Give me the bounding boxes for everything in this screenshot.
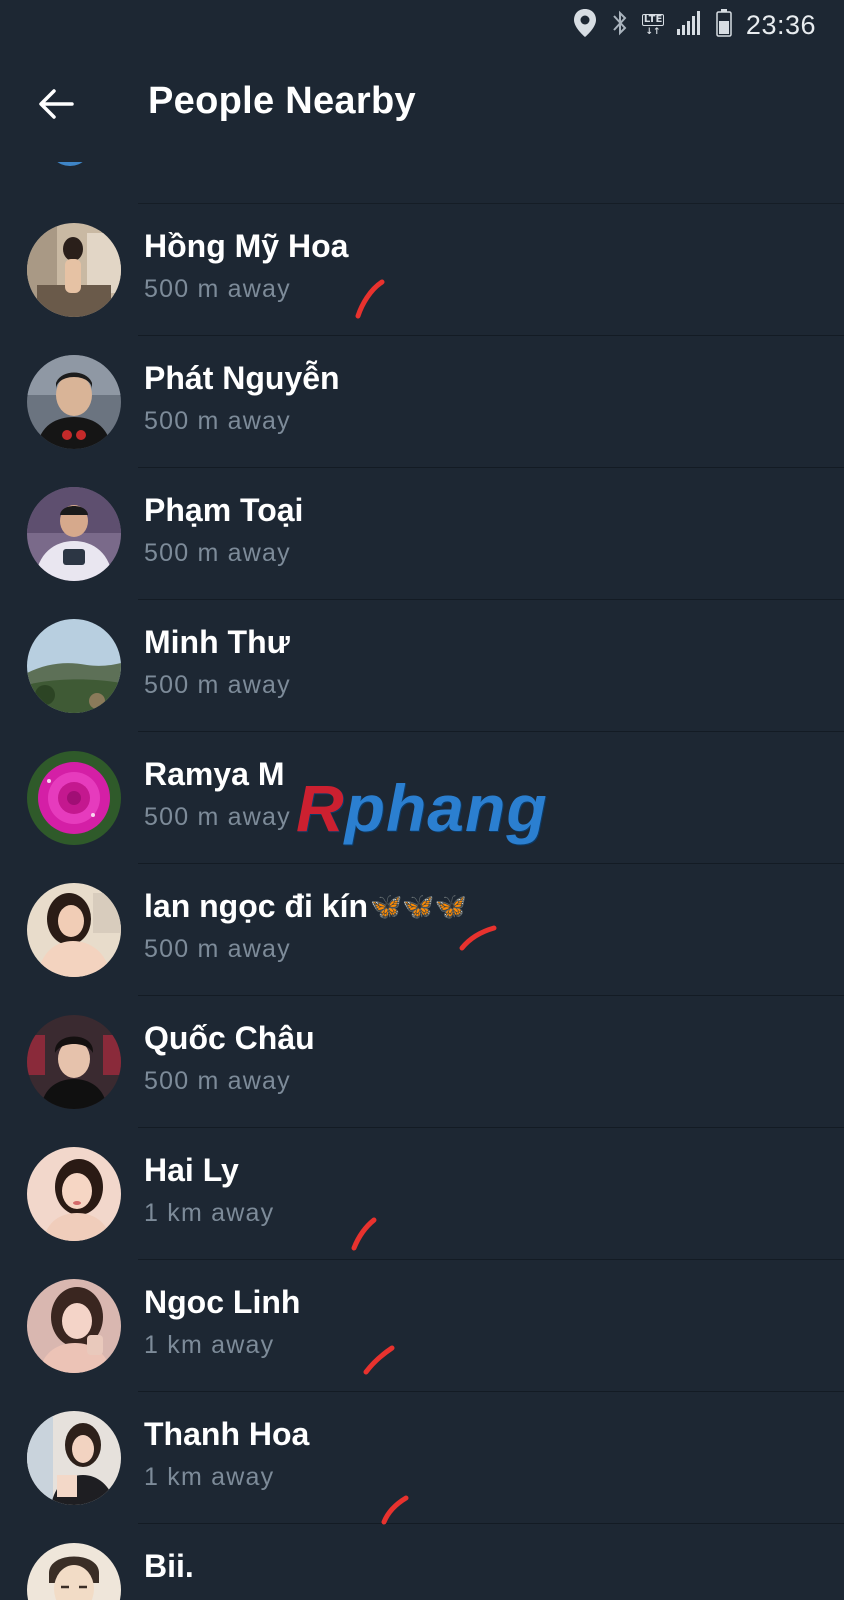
person-name: Phát Nguyễn bbox=[144, 360, 340, 396]
person-row[interactable]: Minh Thư 500 m away bbox=[0, 600, 844, 732]
person-row[interactable]: Thanh Hoa 1 km away bbox=[0, 1392, 844, 1524]
arrow-left-icon bbox=[38, 88, 74, 125]
person-name: Minh Thư bbox=[144, 624, 290, 660]
avatar bbox=[27, 1411, 121, 1505]
list-item-partial[interactable] bbox=[0, 162, 844, 204]
avatar bbox=[27, 355, 121, 449]
avatar bbox=[27, 223, 121, 317]
person-name: Quốc Châu bbox=[144, 1020, 315, 1056]
person-name-text: lan ngọc đi kín bbox=[144, 888, 369, 924]
person-row[interactable]: Phát Nguyễn 500 m away bbox=[0, 336, 844, 468]
person-name: Phạm Toại bbox=[144, 492, 304, 528]
back-button[interactable] bbox=[26, 76, 86, 136]
lte-icon: LTE ↓↑ bbox=[641, 13, 664, 37]
person-distance: 1 km away bbox=[144, 1331, 275, 1359]
avatar bbox=[27, 487, 121, 581]
avatar bbox=[27, 1543, 121, 1600]
person-row[interactable]: Phạm Toại 500 m away bbox=[0, 468, 844, 600]
battery-icon bbox=[716, 8, 732, 42]
person-distance: 500 m away bbox=[144, 539, 291, 567]
status-time: 23:36 bbox=[745, 9, 816, 40]
person-distance: 1 km away bbox=[144, 1199, 275, 1227]
location-icon bbox=[572, 8, 598, 43]
person-name: Bii. bbox=[144, 1548, 194, 1584]
avatar bbox=[27, 751, 121, 845]
person-name: Hai Ly bbox=[144, 1152, 239, 1188]
person-distance: 500 m away bbox=[144, 803, 291, 831]
person-name: Ngoc Linh bbox=[144, 1284, 301, 1320]
person-row[interactable]: Bii. bbox=[0, 1524, 844, 1600]
avatar bbox=[27, 1279, 121, 1373]
person-distance: 500 m away bbox=[144, 935, 291, 963]
person-name: Thanh Hoa bbox=[144, 1416, 310, 1452]
person-distance: 500 m away bbox=[144, 671, 291, 699]
person-name: lan ngọc đi kín🦋🦋🦋 bbox=[144, 888, 467, 925]
avatar bbox=[27, 1147, 121, 1241]
avatar bbox=[48, 162, 92, 166]
status-bar: LTE ↓↑ 23:36 bbox=[0, 0, 844, 50]
avatar bbox=[27, 619, 121, 713]
person-name: Ramya M bbox=[144, 756, 285, 792]
person-row[interactable]: lan ngọc đi kín🦋🦋🦋 500 m away bbox=[0, 864, 844, 996]
person-row[interactable]: Ngoc Linh 1 km away bbox=[0, 1260, 844, 1392]
person-distance: 500 m away bbox=[144, 275, 291, 303]
bluetooth-icon bbox=[610, 8, 630, 43]
person-distance: 500 m away bbox=[144, 407, 291, 435]
butterfly-emoji: 🦋🦋🦋 bbox=[370, 891, 468, 921]
person-row[interactable]: Hai Ly 1 km away bbox=[0, 1128, 844, 1260]
avatar bbox=[27, 883, 121, 977]
person-distance: 1 km away bbox=[144, 1463, 275, 1491]
app-header: People Nearby bbox=[0, 50, 844, 162]
status-icons: LTE ↓↑ 23:36 bbox=[572, 8, 816, 42]
person-name: Hồng Mỹ Hoa bbox=[144, 228, 349, 264]
page-title: People Nearby bbox=[148, 80, 416, 122]
person-row[interactable]: Quốc Châu 500 m away bbox=[0, 996, 844, 1128]
person-row[interactable]: Hồng Mỹ Hoa 500 m away bbox=[0, 204, 844, 336]
signal-icon bbox=[676, 10, 704, 41]
avatar bbox=[27, 1015, 121, 1109]
person-row[interactable]: Ramya M 500 m away bbox=[0, 732, 844, 864]
people-list[interactable]: Hồng Mỹ Hoa 500 m away Phát Nguyễn 500 m… bbox=[0, 162, 844, 1600]
person-distance: 500 m away bbox=[144, 1067, 291, 1095]
